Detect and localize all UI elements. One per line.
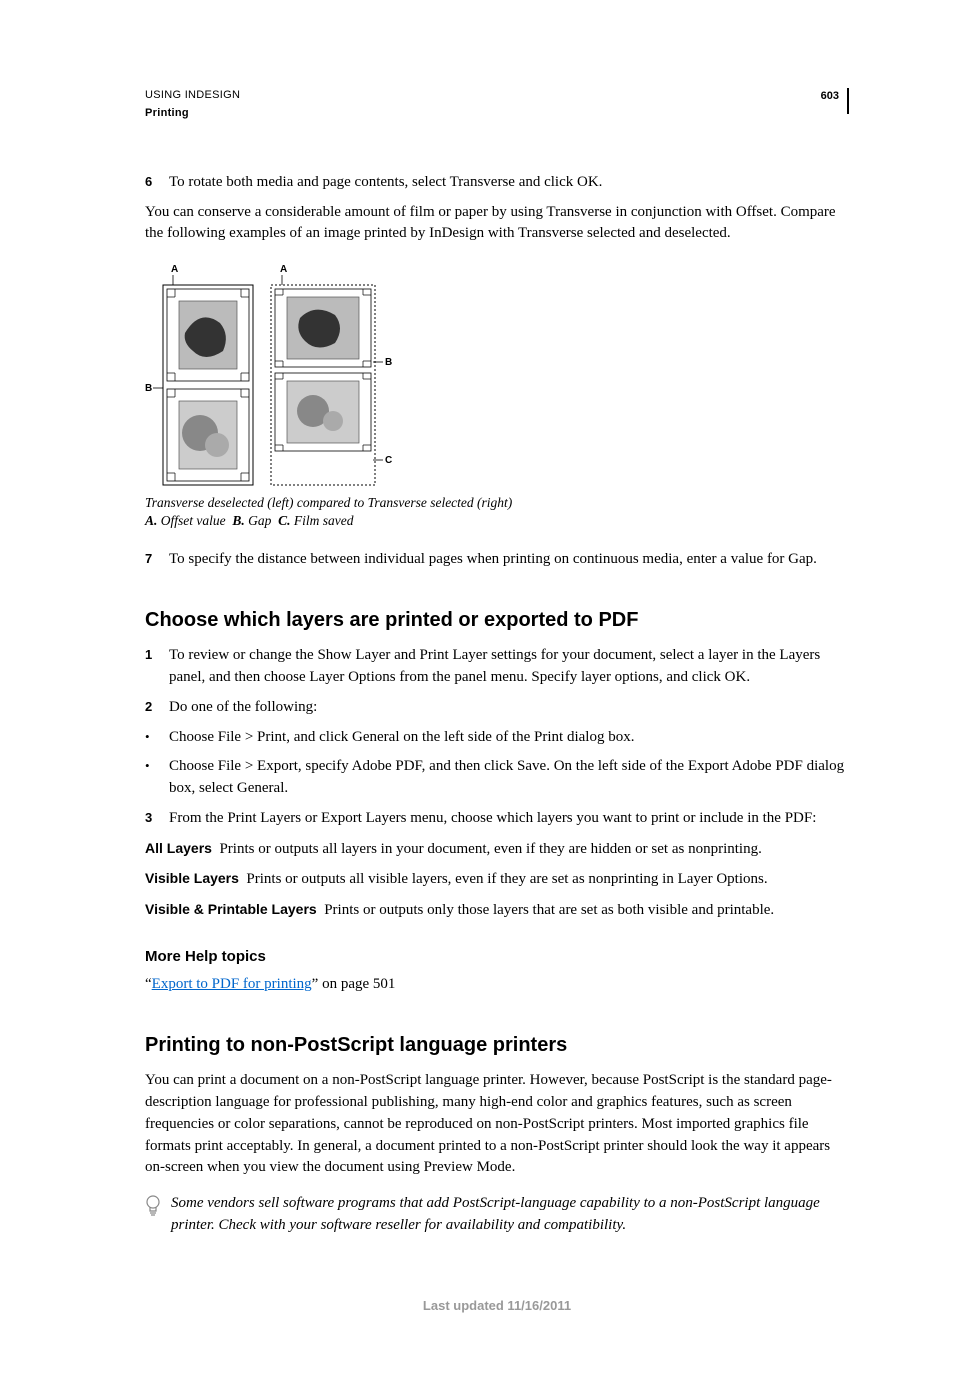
figure-svg: A B A — [145, 263, 395, 488]
page-number-wrap: 603 — [821, 88, 849, 114]
header-title: USING INDESIGN — [145, 88, 240, 104]
section1-step-2: 2 Do one of the following: — [145, 697, 849, 719]
step-number: 7 — [145, 549, 157, 571]
def-visible-layers: Visible Layers Prints or outputs all vis… — [145, 868, 849, 891]
figure-label-b-left: B — [145, 383, 152, 394]
section1-step-1: 1 To review or change the Show Layer and… — [145, 645, 849, 689]
figure-label-a-left: A — [171, 264, 178, 275]
def-term: All Layers — [145, 840, 212, 856]
figure-transverse: A B A — [145, 263, 849, 530]
step-text: To rotate both media and page contents, … — [169, 172, 849, 194]
page-number: 603 — [821, 88, 839, 114]
steps-list-6: 6 To rotate both media and page contents… — [145, 172, 849, 194]
more-help-link-line: “Export to PDF for printing” on page 501 — [145, 974, 849, 996]
bullet-text: Choose File > Export, specify Adobe PDF,… — [169, 756, 849, 800]
def-term: Visible Layers — [145, 870, 239, 886]
step-number: 1 — [145, 645, 157, 689]
step-text: From the Print Layers or Export Layers m… — [169, 808, 849, 830]
caption-b-text: Gap — [248, 513, 271, 528]
step-7: 7 To specify the distance between indivi… — [145, 549, 849, 571]
link-export-pdf[interactable]: Export to PDF for printing — [152, 976, 312, 992]
bullet-2: Choose File > Export, specify Adobe PDF,… — [145, 756, 849, 800]
bullet-text: Choose File > Print, and click General o… — [169, 727, 634, 749]
bullet-1: Choose File > Print, and click General o… — [145, 727, 849, 749]
caption-c-label: C. — [278, 513, 290, 528]
figure-label-c: C — [385, 455, 392, 466]
step-number: 3 — [145, 808, 157, 830]
tip-text: Some vendors sell software programs that… — [171, 1193, 849, 1237]
tip-row: Some vendors sell software programs that… — [145, 1193, 849, 1237]
section-heading-nonpostscript: Printing to non-PostScript language prin… — [145, 1031, 849, 1060]
step-text: To specify the distance between individu… — [169, 549, 849, 571]
link-suffix: ” on page 501 — [312, 976, 396, 992]
step-text: Do one of the following: — [169, 697, 849, 719]
caption-b-label: B. — [232, 513, 244, 528]
def-text: Prints or outputs all visible layers, ev… — [246, 871, 767, 887]
figure-caption: Transverse deselected (left) compared to… — [145, 494, 849, 530]
def-term: Visible & Printable Layers — [145, 901, 317, 917]
def-text: Prints or outputs all layers in your doc… — [219, 841, 761, 857]
figure-label-b-right: B — [385, 357, 392, 368]
section1-step-3: 3 From the Print Layers or Export Layers… — [145, 808, 849, 830]
section1-bullets: Choose File > Print, and click General o… — [145, 727, 849, 800]
header-left: USING INDESIGN Printing — [145, 88, 240, 122]
caption-a-text: Offset value — [161, 513, 226, 528]
header-subtitle: Printing — [145, 106, 240, 122]
caption-a-label: A. — [145, 513, 157, 528]
caption-c-text: Film saved — [294, 513, 354, 528]
more-help-heading: More Help topics — [145, 946, 849, 968]
intro-paragraph: You can conserve a considerable amount o… — [145, 202, 849, 246]
step-text: To review or change the Show Layer and P… — [169, 645, 849, 689]
page-footer: Last updated 11/16/2011 — [145, 1297, 849, 1316]
caption-line1: Transverse deselected (left) compared to… — [145, 495, 512, 510]
page-rule — [847, 88, 849, 114]
def-text: Prints or outputs only those layers that… — [324, 902, 774, 918]
def-visible-printable-layers: Visible & Printable Layers Prints or out… — [145, 899, 849, 922]
figure-label-a-right: A — [280, 264, 287, 275]
step-number: 2 — [145, 697, 157, 719]
steps-list-7: 7 To specify the distance between indivi… — [145, 549, 849, 571]
section2-body: You can print a document on a non-PostSc… — [145, 1070, 849, 1179]
step-6: 6 To rotate both media and page contents… — [145, 172, 849, 194]
page-header: USING INDESIGN Printing 603 — [145, 88, 849, 122]
section-heading-layers: Choose which layers are printed or expor… — [145, 606, 849, 635]
quote-open: “ — [145, 976, 152, 992]
def-all-layers: All Layers Prints or outputs all layers … — [145, 838, 849, 861]
lightbulb-icon — [145, 1195, 161, 1217]
step-number: 6 — [145, 172, 157, 194]
section1-steps-3: 3 From the Print Layers or Export Layers… — [145, 808, 849, 830]
section1-steps: 1 To review or change the Show Layer and… — [145, 645, 849, 718]
